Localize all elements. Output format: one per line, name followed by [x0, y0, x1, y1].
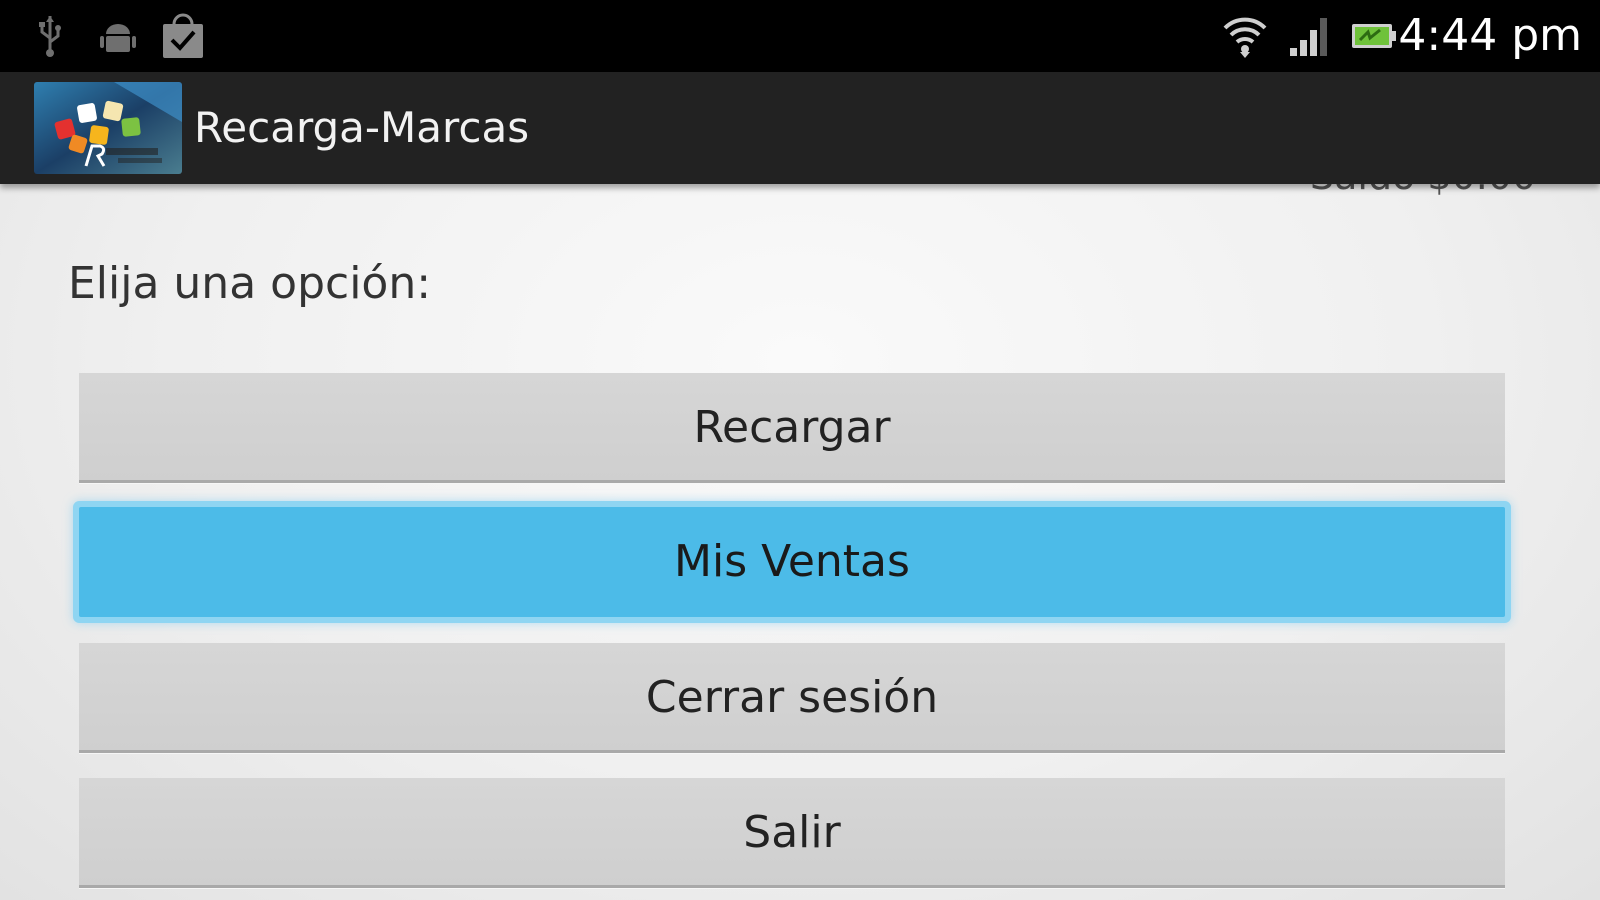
usb-icon [39, 16, 61, 57]
salir-button[interactable]: Salir [79, 778, 1505, 888]
action-bar: Recarga-Marcas [0, 72, 1600, 184]
app-screen: 4:44 pm Recarga-Marcas Saldo [0, 0, 1600, 900]
market-checkmark-icon [163, 13, 203, 58]
mis-ventas-button[interactable]: Mis Ventas [79, 507, 1505, 617]
wifi-icon [1223, 17, 1267, 58]
status-clock: 4:44 pm [1398, 10, 1582, 61]
battery-charging-icon [1352, 24, 1396, 48]
status-bar: 4:44 pm [0, 0, 1600, 72]
choose-option-prompt: Elija una opción: [68, 258, 432, 309]
app-title: Recarga-Marcas [194, 103, 530, 152]
recarga-marcas-logo[interactable] [34, 82, 182, 174]
cerrar-sesion-button[interactable]: Cerrar sesión [79, 643, 1505, 753]
recargar-button[interactable]: Recargar [79, 373, 1505, 483]
signal-icon [1290, 18, 1327, 56]
android-debug-icon [100, 24, 136, 52]
